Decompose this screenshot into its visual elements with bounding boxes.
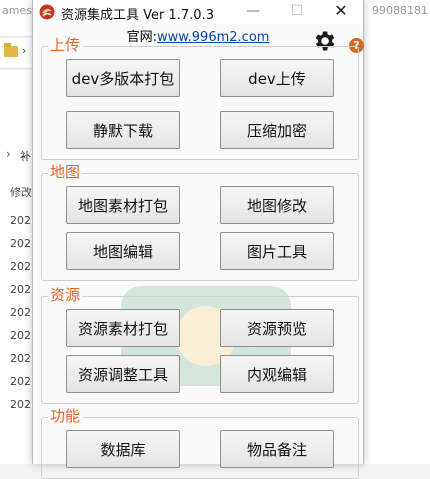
site-link[interactable]: www.996m2.com — [157, 30, 269, 45]
group-title-resources: 资源 — [48, 285, 83, 305]
minimize-button[interactable]: — — [231, 0, 275, 24]
background-content-pane — [362, 36, 430, 464]
background-date-cell: 202 — [10, 352, 31, 365]
resource-assets-pack-button[interactable]: 资源素材打包 — [66, 309, 180, 347]
background-ghost-text-left: ames — [2, 4, 32, 17]
title-bar[interactable]: 资源集成工具 Ver 1.7.0.3 — ☐ ✕ — [33, 0, 363, 24]
background-date-cell: 202 — [10, 283, 31, 296]
group-title-upload: 上传 — [48, 35, 83, 55]
background-date-cell: 202 — [10, 214, 31, 227]
tool-window: 资源集成工具 Ver 1.7.0.3 — ☐ ✕ 官网:www.996m2.co… — [32, 0, 364, 479]
silent-download-button[interactable]: 静默下载 — [66, 111, 180, 149]
site-label: 官网: — [126, 30, 157, 45]
group-map: 地图 地图素材打包 地图修改 地图编辑 图片工具 — [41, 162, 359, 281]
folder-icon — [4, 43, 18, 57]
background-date-cell: 202 — [10, 306, 31, 319]
image-tool-button[interactable]: 图片工具 — [220, 232, 334, 270]
group-resources: 资源 资源素材打包 资源预览 资源调整工具 内观编辑 — [41, 285, 359, 404]
map-edit-button[interactable]: 地图编辑 — [66, 232, 180, 270]
app-logo-icon — [39, 4, 55, 20]
dev-multi-version-pack-button[interactable]: dev多版本打包 — [66, 59, 180, 97]
background-date-cell: 202 — [10, 329, 31, 342]
background-nav-item[interactable]: 补 — [20, 148, 31, 164]
background-ghost-text-right: 99088181 — [372, 4, 428, 17]
background-date-cell: 202 — [10, 375, 31, 388]
database-button[interactable]: 数据库 — [66, 430, 180, 468]
close-button[interactable]: ✕ — [319, 0, 363, 24]
background-column-header-modified[interactable]: 修改 — [10, 184, 32, 200]
resource-preview-button[interactable]: 资源预览 — [220, 309, 334, 347]
background-address-bar[interactable]: › — [0, 38, 32, 69]
inner-view-edit-button[interactable]: 内观编辑 — [220, 355, 334, 393]
background-date-cell: 202 — [10, 398, 31, 411]
group-functions: 功能 数据库 物品备注 — [41, 406, 359, 479]
group-upload: 上传 dev多版本打包 dev上传 静默下载 压缩加密 — [41, 35, 359, 160]
resource-adjust-tool-button[interactable]: 资源调整工具 — [66, 355, 180, 393]
dev-upload-button[interactable]: dev上传 — [220, 59, 334, 97]
background-date-cell: 202 — [10, 237, 31, 250]
maximize-button[interactable]: ☐ — [275, 0, 319, 24]
map-modify-button[interactable]: 地图修改 — [220, 186, 334, 224]
window-title: 资源集成工具 Ver 1.7.0.3 — [61, 8, 214, 23]
background-date-cell: 202 — [10, 260, 31, 273]
chevron-right-icon[interactable]: › — [6, 147, 11, 161]
map-assets-pack-button[interactable]: 地图素材打包 — [66, 186, 180, 224]
group-title-functions: 功能 — [48, 406, 83, 426]
compress-encrypt-button[interactable]: 压缩加密 — [220, 111, 334, 149]
item-notes-button[interactable]: 物品备注 — [220, 430, 334, 468]
group-title-map: 地图 — [48, 162, 83, 182]
chevron-right-icon: › — [22, 44, 27, 57]
